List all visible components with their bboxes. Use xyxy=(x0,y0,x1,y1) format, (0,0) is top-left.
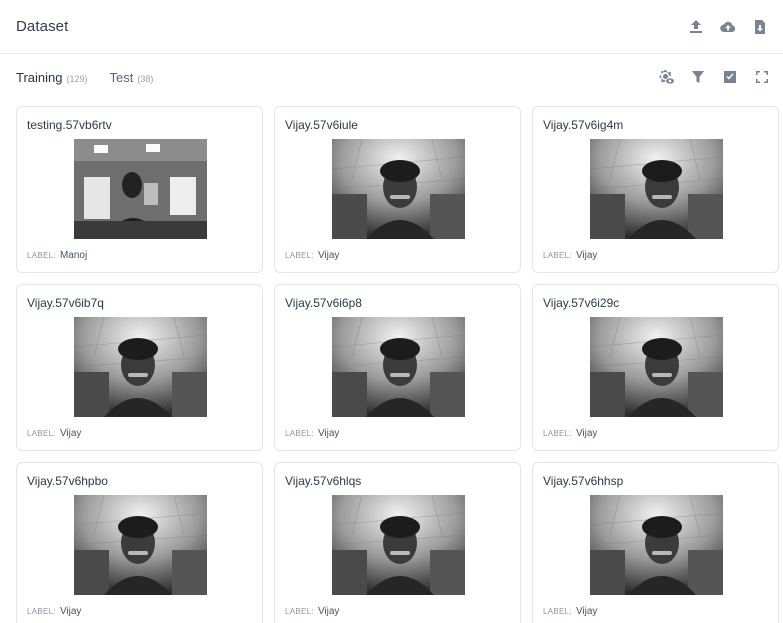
label-key: LABEL: xyxy=(27,429,56,438)
label-key: LABEL: xyxy=(543,251,572,260)
sample-thumbnail xyxy=(590,495,723,595)
sample-label: LABEL: Vijay xyxy=(27,606,81,617)
page-title: Dataset xyxy=(16,18,69,35)
fullscreen-icon[interactable] xyxy=(751,66,773,88)
cloud-upload-icon[interactable] xyxy=(717,16,739,38)
sample-label: LABEL: Vijay xyxy=(543,250,597,261)
sample-name: testing.57vb6rtv xyxy=(27,118,112,132)
sample-card[interactable]: Vijay.57v6hpbo LABEL: Vijay xyxy=(16,462,263,623)
tabs-bar: Training (129) Test (38) xyxy=(0,54,783,100)
sample-card[interactable]: testing.57vb6rtv LABEL: Manoj xyxy=(16,106,263,273)
label-value: Vijay xyxy=(317,428,340,439)
toolbar xyxy=(655,66,773,88)
sample-thumbnail xyxy=(590,317,723,417)
sample-thumbnail xyxy=(590,139,723,239)
tab-test-label: Test xyxy=(109,69,134,85)
upload-icon[interactable] xyxy=(685,16,707,38)
sample-card[interactable]: Vijay.57v6hlqs LABEL: Vijay xyxy=(274,462,521,623)
label-value: Vijay xyxy=(575,250,598,261)
sample-label: LABEL: Manoj xyxy=(27,250,87,261)
sample-label: LABEL: Vijay xyxy=(285,606,339,617)
dataset-tabs: Training (129) Test (38) xyxy=(16,70,153,85)
label-key: LABEL: xyxy=(285,429,314,438)
sample-thumbnail xyxy=(332,317,465,417)
sample-thumbnail xyxy=(74,317,207,417)
label-value: Vijay xyxy=(317,250,340,261)
sample-name: Vijay.57v6i6p8 xyxy=(285,296,362,310)
sample-name: Vijay.57v6iule xyxy=(285,118,358,132)
header-actions xyxy=(685,16,771,38)
label-key: LABEL: xyxy=(543,429,572,438)
label-value: Vijay xyxy=(575,606,598,617)
sample-label: LABEL: Vijay xyxy=(285,250,339,261)
sample-card[interactable]: Vijay.57v6ib7q LABEL: Vijay xyxy=(16,284,263,451)
sample-grid: testing.57vb6rtv LABEL: Manoj Vijay.57v6… xyxy=(0,100,783,623)
sample-thumbnail xyxy=(74,139,207,239)
dataset-header: Dataset xyxy=(0,0,783,54)
file-download-icon[interactable] xyxy=(749,16,771,38)
label-value: Vijay xyxy=(59,428,82,439)
label-key: LABEL: xyxy=(27,251,56,260)
label-value: Vijay xyxy=(575,428,598,439)
filter-icon[interactable] xyxy=(687,66,709,88)
sample-card[interactable]: Vijay.57v6hhsp LABEL: Vijay xyxy=(532,462,779,623)
sample-name: Vijay.57v6hhsp xyxy=(543,474,624,488)
sample-thumbnail xyxy=(332,139,465,239)
tab-test-count: (38) xyxy=(137,73,154,84)
sample-card[interactable]: Vijay.57v6iule LABEL: Vijay xyxy=(274,106,521,273)
select-all-icon[interactable] xyxy=(719,66,741,88)
label-key: LABEL: xyxy=(27,607,56,616)
sample-name: Vijay.57v6i29c xyxy=(543,296,620,310)
sample-thumbnail xyxy=(74,495,207,595)
sample-label: LABEL: Vijay xyxy=(543,606,597,617)
label-value: Manoj xyxy=(59,250,88,261)
sample-label: LABEL: Vijay xyxy=(543,428,597,439)
sample-name: Vijay.57v6hlqs xyxy=(285,474,362,488)
label-value: Vijay xyxy=(59,606,82,617)
sample-label: LABEL: Vijay xyxy=(285,428,339,439)
sample-name: Vijay.57v6hpbo xyxy=(27,474,108,488)
tab-training[interactable]: Training (129) xyxy=(16,70,88,85)
sample-name: Vijay.57v6ig4m xyxy=(543,118,624,132)
sample-label: LABEL: Vijay xyxy=(27,428,81,439)
sample-card[interactable]: Vijay.57v6ig4m LABEL: Vijay xyxy=(532,106,779,273)
label-key: LABEL: xyxy=(543,607,572,616)
tab-test[interactable]: Test (38) xyxy=(110,70,154,85)
label-key: LABEL: xyxy=(285,607,314,616)
sample-thumbnail xyxy=(332,495,465,595)
tab-training-count: (129) xyxy=(66,73,88,84)
sample-name: Vijay.57v6ib7q xyxy=(27,296,104,310)
tab-training-label: Training xyxy=(16,69,63,85)
label-value: Vijay xyxy=(317,606,340,617)
sample-card[interactable]: Vijay.57v6i6p8 LABEL: Vijay xyxy=(274,284,521,451)
sample-card[interactable]: Vijay.57v6i29c LABEL: Vijay xyxy=(532,284,779,451)
settings-view-icon[interactable] xyxy=(655,66,677,88)
label-key: LABEL: xyxy=(285,251,314,260)
